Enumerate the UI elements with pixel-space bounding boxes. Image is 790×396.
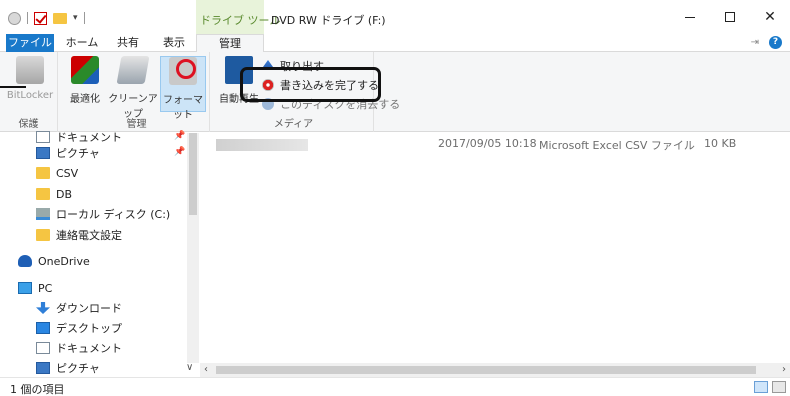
folder-icon <box>36 188 50 200</box>
context-tab-label: ドライブ ツール <box>200 14 281 27</box>
large-icons-view-icon[interactable] <box>772 381 786 393</box>
pin-icon[interactable]: 📌 <box>174 131 185 141</box>
horizontal-scrollbar-thumb[interactable] <box>216 366 756 374</box>
cleanup-button[interactable]: クリーンアップ <box>106 56 160 120</box>
cleanup-icon <box>116 56 150 84</box>
tab-share[interactable]: 共有 <box>108 34 148 52</box>
nav-item-settings-folder[interactable]: 連絡電文設定 <box>36 225 122 245</box>
nav-item-label: 連絡電文設定 <box>56 229 122 242</box>
nav-item-label: DB <box>56 187 73 201</box>
file-date: 2017/09/05 10:18 <box>438 137 537 150</box>
callout-leader-line <box>0 86 26 88</box>
file-name-redacted <box>216 139 308 151</box>
drive-icon <box>36 208 50 220</box>
format-icon <box>169 57 197 85</box>
nav-scrollbar-thumb[interactable] <box>189 133 197 215</box>
minimize-button[interactable] <box>670 0 710 34</box>
status-bar: 1 個の項目 <box>0 377 790 396</box>
nav-item-csv[interactable]: CSV <box>36 163 78 183</box>
nav-item-db[interactable]: DB <box>36 184 72 204</box>
window-title: DVD RW ドライブ (F:) <box>271 14 386 27</box>
nav-item-pictures[interactable]: ピクチャ <box>36 358 100 378</box>
nav-item-local-disk[interactable]: ローカル ディスク (C:) <box>36 204 170 224</box>
nav-item-downloads[interactable]: ダウンロード <box>36 298 122 318</box>
callout-highlight <box>240 67 381 102</box>
nav-item-desktop[interactable]: デスクトップ <box>36 318 122 338</box>
folder-icon <box>36 167 50 179</box>
nav-item-label: OneDrive <box>38 254 90 268</box>
chevron-down-icon[interactable]: ∨ <box>186 362 193 373</box>
quick-access-toolbar: ▾ <box>8 10 85 26</box>
tab-home[interactable]: ホーム <box>62 34 102 52</box>
nav-item-label: ピクチャ <box>56 362 100 375</box>
ribbon-tabs: ファイル ホーム 共有 表示 管理 <box>0 34 790 52</box>
nav-item-onedrive[interactable]: OneDrive <box>18 251 90 271</box>
nav-item-label: デスクトップ <box>56 322 122 335</box>
maximize-button[interactable] <box>710 0 750 34</box>
pictures-icon <box>36 147 50 159</box>
title-bar: ▾ ドライブ ツール DVD RW ドライブ (F:) ✕ <box>0 0 790 36</box>
horizontal-scrollbar[interactable]: ‹ › <box>200 363 790 377</box>
nav-item-documents[interactable]: ドキュメント <box>36 338 122 358</box>
nav-scrollbar[interactable] <box>187 133 199 363</box>
window-controls: ✕ <box>670 0 790 34</box>
bitlocker-icon <box>16 56 44 84</box>
maximize-icon <box>725 12 735 22</box>
document-icon <box>36 131 50 143</box>
file-size: 10 KB <box>704 137 737 150</box>
item-count: 1 個の項目 <box>10 383 65 396</box>
separator <box>27 12 28 24</box>
properties-icon[interactable] <box>8 11 21 25</box>
help-icon[interactable]: ? <box>769 36 782 49</box>
group-label-media: メディア <box>273 119 314 130</box>
tab-view[interactable]: 表示 <box>154 34 194 52</box>
nav-item-pc[interactable]: PC <box>18 278 52 298</box>
desktop-icon <box>36 322 50 334</box>
minimize-icon <box>685 16 695 18</box>
group-manage: 最適化 クリーンアップ フォーマット 管理 <box>64 52 210 132</box>
optimize-button[interactable]: 最適化 <box>68 56 102 112</box>
cloud-icon <box>18 255 32 267</box>
nav-item-label: PC <box>38 281 53 295</box>
nav-item-label: ダウンロード <box>56 302 122 315</box>
bitlocker-label: BitLocker <box>6 90 54 101</box>
ribbon-right-controls: ⇥ ? <box>751 36 782 49</box>
separator <box>83 12 85 24</box>
details-view-icon[interactable] <box>754 381 768 393</box>
document-icon <box>36 342 50 354</box>
new-folder-icon[interactable] <box>53 12 67 24</box>
nav-item-label: ドキュメント <box>56 342 122 355</box>
format-button[interactable]: フォーマット <box>160 56 206 121</box>
scroll-right-icon[interactable]: › <box>782 363 786 377</box>
scroll-left-icon[interactable]: ‹ <box>204 363 208 377</box>
pin-ribbon-icon[interactable]: ⇥ <box>751 37 759 48</box>
bitlocker-button[interactable]: BitLocker <box>4 56 56 112</box>
pictures-icon <box>36 362 50 374</box>
tab-file[interactable]: ファイル <box>6 34 54 52</box>
checkmark-icon[interactable] <box>34 11 47 25</box>
pc-icon <box>18 282 32 294</box>
navigation-pane: ドキュメント 📌 ピクチャ 📌 CSV DB ローカル ディスク (C:) 連絡… <box>0 131 200 378</box>
pin-icon[interactable]: 📌 <box>174 147 185 157</box>
close-button[interactable]: ✕ <box>750 0 790 34</box>
group-protect: BitLocker 保護 <box>0 52 58 132</box>
optimize-label: 最適化 <box>70 94 100 105</box>
file-type: Microsoft Excel CSV ファイル <box>539 139 695 152</box>
file-list: 2017/09/05 10:18 Microsoft Excel CSV ファイ… <box>200 133 790 363</box>
nav-item-pictures-quick[interactable]: ピクチャ <box>36 143 100 163</box>
tab-manage[interactable]: 管理 <box>196 34 264 52</box>
nav-item-label: ピクチャ <box>56 147 100 160</box>
customize-qat-chevron-icon[interactable]: ▾ <box>73 13 78 23</box>
folder-icon <box>36 229 50 241</box>
ribbon: BitLocker 保護 最適化 クリーンアップ フォーマット 管理 自動再生 … <box>0 52 790 132</box>
nav-item-label: CSV <box>56 166 79 180</box>
download-icon <box>36 302 50 314</box>
optimize-icon <box>71 56 99 84</box>
nav-item-label: ローカル ディスク (C:) <box>56 208 171 221</box>
